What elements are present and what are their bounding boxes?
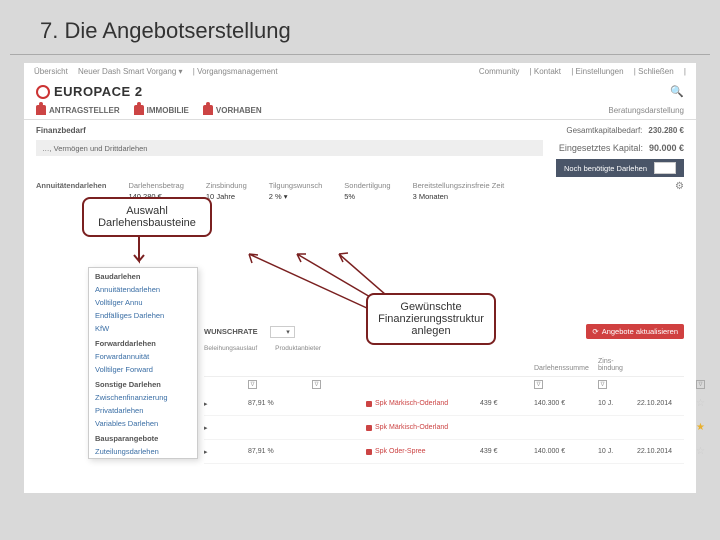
dd-zwischen[interactable]: Zwischenfinanzierung — [89, 391, 197, 404]
nav-community[interactable]: Community — [479, 67, 519, 76]
search-icon[interactable]: 🔍 — [670, 85, 684, 98]
dd-section-sonstige: Sonstige Darlehen — [89, 376, 197, 391]
repay-value[interactable]: 2 % ▾ — [269, 192, 323, 201]
dd-variabel[interactable]: Variables Darlehen — [89, 417, 197, 430]
col-binding[interactable]: Zins­bindung — [598, 358, 633, 372]
gk-value: 230.280 € — [648, 126, 684, 135]
filter-icon[interactable]: ∇ — [248, 380, 257, 389]
ltv-label: Beleihungs­auslauf — [204, 345, 257, 352]
offers-table: Darlehens­summe Zins­bindung ∇ ∇ ∇ ∇ ∇ ▸… — [204, 354, 684, 464]
dd-zuteilung[interactable]: Zuteilungsdarlehen — [89, 445, 197, 458]
tab-vorhaben[interactable]: VORHABEN — [203, 105, 262, 115]
top-navbar: Übersicht Neuer Dash Smart Vorgang ▾ | V… — [24, 63, 696, 80]
row-pct: 87,91 % — [248, 400, 308, 407]
consulting-view-link[interactable]: Beratungsdarstellung — [608, 106, 684, 115]
remaining-input[interactable]: 0 € — [654, 162, 676, 174]
ek-label: Eingesetztes Kapital: — [559, 143, 643, 153]
table-row[interactable]: ▸ 87,91 % Spk Märkisch-Oderland 439 € 14… — [204, 392, 684, 416]
logo-text: EUROPACE 2 — [54, 84, 143, 99]
free-value[interactable]: 3 Monaten — [413, 192, 505, 201]
free-label: Bereitstellungszinsfreie Zeit — [413, 181, 505, 190]
star-icon[interactable]: ☆ — [696, 398, 716, 409]
dd-kfw[interactable]: KfW — [89, 322, 197, 335]
binding-label: Zinsbindung — [206, 181, 247, 190]
star-icon[interactable]: ★ — [696, 422, 716, 433]
person-icon — [36, 105, 46, 115]
gear-icon[interactable]: ⚙ — [675, 181, 684, 201]
dd-privat[interactable]: Privatdarlehen — [89, 404, 197, 417]
table-row[interactable]: ▸ Spk Märkisch-Oderland ★ — [204, 416, 684, 440]
row-rate: 439 € — [480, 400, 530, 407]
tab-immobilie[interactable]: IMMOBILIE — [134, 105, 189, 115]
row-bank: Spk Oder-Spree — [366, 448, 476, 455]
dd-section-bauspar: Bausparangebote — [89, 430, 197, 445]
nav-new-case[interactable]: Neuer Dash Smart Vorgang ▾ — [78, 67, 183, 76]
dd-forward-ann[interactable]: Forwardannuität — [89, 350, 197, 363]
provider-label: Produktanbieter — [275, 345, 321, 352]
dd-forward-voll[interactable]: Volltilger Forward — [89, 363, 197, 376]
filter-icon[interactable]: ∇ — [312, 380, 321, 389]
row-sum: 140.000 € — [534, 448, 594, 455]
table-row[interactable]: ▸ 87,91 % Spk Oder-Spree 439 € 140.000 €… — [204, 440, 684, 464]
amount-label: Darlehensbetrag — [128, 181, 183, 190]
row-pct: 87,91 % — [248, 448, 308, 455]
row-sum: 140.300 € — [534, 400, 594, 407]
row-bind: 10 J. — [598, 400, 633, 407]
house-icon — [134, 105, 144, 115]
row-bank: Spk Märkisch-Oderland — [366, 424, 476, 431]
nav-close[interactable]: Schließen — [638, 67, 674, 76]
row-date: 22.10.2014 — [637, 448, 692, 455]
assets-bar: …, Vermögen und Drittdarlehen — [36, 140, 543, 156]
filter-icon[interactable]: ∇ — [598, 380, 607, 389]
row-rate: 439 € — [480, 448, 530, 455]
filter-icon[interactable]: ∇ — [696, 380, 705, 389]
slide-title: 7. Die Angebotserstellung — [10, 0, 710, 55]
tab-antragsteller[interactable]: ANTRAGSTELLER — [36, 105, 120, 115]
update-offers-button[interactable]: ⟳Angebote aktualisieren — [586, 324, 684, 339]
dd-section-forward: Forwarddarlehen — [89, 335, 197, 350]
gk-label: Gesamtkapitalbedarf: — [566, 126, 642, 135]
app-screenshot: Übersicht Neuer Dash Smart Vorgang ▾ | V… — [24, 63, 696, 493]
filter-icon[interactable]: ∇ — [534, 380, 543, 389]
binding-value[interactable]: 10 Jahre — [206, 192, 247, 201]
star-icon[interactable]: ☆ — [696, 446, 716, 457]
dd-endfaellig[interactable]: Endfälliges Darlehen — [89, 309, 197, 322]
dd-annuitaet[interactable]: Annuitätendarlehen — [89, 283, 197, 296]
wunschrate-select[interactable]: ▾ — [270, 326, 295, 338]
project-icon — [203, 105, 213, 115]
nav-case-mgmt[interactable]: Vorgangsmanagement — [197, 67, 278, 76]
brand-logo: EUROPACE 2 — [36, 84, 143, 99]
row-bind: 10 J. — [598, 448, 633, 455]
row-date: 22.10.2014 — [637, 400, 692, 407]
nav-settings[interactable]: Einstellungen — [576, 67, 624, 76]
finanzbedarf-label: Finanzbedarf — [36, 126, 86, 135]
logo-icon — [36, 85, 50, 99]
nav-overview[interactable]: Übersicht — [34, 67, 68, 76]
wunschrate-label: WUNSCHRATE — [204, 327, 258, 336]
ek-value: 90.000 € — [649, 143, 684, 153]
special-value[interactable]: 5% — [344, 192, 390, 201]
remaining-loans-bar: Noch benötigte Darlehen 0 € — [556, 159, 684, 177]
row-bank: Spk Märkisch-Oderland — [366, 400, 476, 407]
nav-contact[interactable]: Kontakt — [534, 67, 561, 76]
special-label: Sondertilgung — [344, 181, 390, 190]
refresh-icon: ⟳ — [592, 327, 598, 336]
loan-type-dropdown[interactable]: Baudarlehen Annuitätendarlehen Volltilge… — [88, 267, 198, 459]
repay-label: Tilgungswunsch — [269, 181, 323, 190]
callout-structure: Gewünschte Finanzierungs­struktur anlege… — [366, 293, 496, 345]
col-sum[interactable]: Darlehens­summe — [534, 365, 594, 372]
callout-loan-selection: Auswahl Darlehensbausteine — [82, 197, 212, 237]
dd-volltilger[interactable]: Volltilger Annu — [89, 296, 197, 309]
